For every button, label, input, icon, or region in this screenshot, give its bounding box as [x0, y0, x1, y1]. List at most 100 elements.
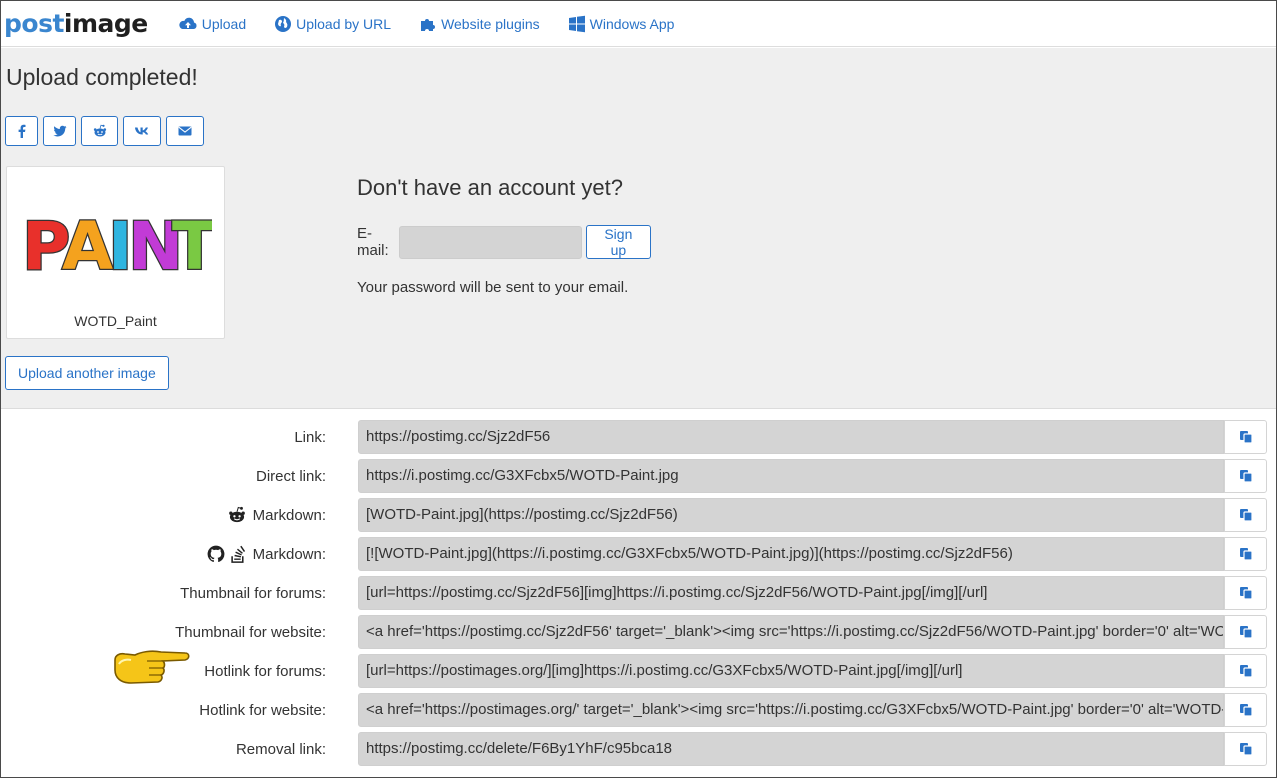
paint-letter-t: T	[172, 208, 212, 277]
signup-heading: Don't have an account yet?	[357, 175, 623, 200]
link-label-text: Removal link:	[235, 740, 326, 758]
facebook-icon	[18, 124, 25, 138]
link-label: Hotlink for website:	[199, 693, 326, 727]
link-label-text: Link:	[294, 428, 326, 446]
link-label-text: Thumbnail for forums:	[180, 584, 326, 602]
logo-text-post: post	[4, 9, 64, 38]
email-row: E-mail: Sign up	[357, 225, 651, 259]
link-label: Link:	[294, 420, 326, 454]
link-field[interactable]: [WOTD-Paint.jpg](https://postimg.cc/Sjz2…	[358, 498, 1224, 532]
link-label-text: Thumbnail for website:	[175, 623, 326, 641]
link-label-text: Hotlink for forums:	[204, 662, 326, 680]
share-reddit-button[interactable]	[81, 116, 118, 146]
link-row-thumbnail-forums: Thumbnail for forums: [url=https://posti…	[1, 576, 1276, 610]
label-icons	[203, 544, 247, 564]
copy-icon	[1239, 587, 1253, 600]
label-icons	[223, 506, 247, 524]
email-icon	[178, 126, 192, 136]
share-vk-button[interactable]	[123, 116, 161, 146]
copy-button[interactable]	[1224, 732, 1267, 766]
link-label-text: Hotlink for website:	[199, 701, 326, 719]
copy-icon	[1239, 626, 1253, 639]
reddit-icon	[228, 506, 245, 523]
link-row-link: Link: https://postimg.cc/Sjz2dF56	[1, 420, 1276, 454]
copy-button[interactable]	[1224, 576, 1267, 610]
link-label: Hotlink for forums:	[204, 654, 326, 688]
link-label: Markdown:	[203, 537, 326, 571]
puzzle-icon	[421, 18, 436, 31]
link-field[interactable]: [url=https://postimg.cc/Sjz2dF56][img]ht…	[358, 576, 1224, 610]
cloud-upload-icon	[179, 17, 197, 29]
share-buttons	[5, 116, 209, 146]
postimage-logo[interactable]: postimage	[4, 11, 148, 36]
pointing-hand-icon	[114, 650, 190, 684]
email-label: E-mail:	[357, 225, 389, 259]
github-icon	[207, 545, 225, 563]
link-field[interactable]: https://postimg.cc/Sjz2dF56	[358, 420, 1224, 454]
copy-icon	[1239, 431, 1253, 444]
link-field[interactable]: [url=https://postimages.org/][img]https:…	[358, 654, 1224, 688]
link-label-text: Direct link:	[255, 467, 326, 485]
copy-button[interactable]	[1224, 459, 1267, 493]
link-row-hotlink-forums: Hotlink for forums: [url=https://postima…	[1, 654, 1276, 688]
link-row-markdown-reddit: Markdown: [WOTD-Paint.jpg](https://posti…	[1, 498, 1276, 532]
nav-windows-app[interactable]: Windows App	[568, 15, 675, 33]
windows-icon	[568, 15, 585, 32]
link-row-hotlink-website: Hotlink for website: <a href='https://po…	[1, 693, 1276, 727]
link-row-removal-link: Removal link: https://postimg.cc/delete/…	[1, 732, 1276, 766]
copy-button[interactable]	[1224, 498, 1267, 532]
link-label: Removal link:	[236, 732, 326, 766]
copy-icon	[1239, 704, 1253, 717]
nav-upload[interactable]: Upload	[178, 15, 246, 33]
link-label: Thumbnail for forums:	[180, 576, 326, 610]
copy-button[interactable]	[1224, 654, 1267, 688]
globe-icon	[275, 15, 292, 32]
link-label-text: Markdown:	[252, 545, 326, 563]
top-navbar: postimage Upload Upload by URL Website p…	[1, 1, 1276, 47]
copy-button[interactable]	[1224, 615, 1267, 649]
vk-icon	[134, 127, 148, 135]
nav-website-plugins[interactable]: Website plugins	[419, 15, 540, 33]
copy-button[interactable]	[1224, 693, 1267, 727]
image-caption: WOTD_Paint	[74, 313, 157, 329]
signup-panel: Don't have an account yet? E-mail: Sign …	[357, 175, 651, 296]
link-row-markdown-github: Markdown: [![WOTD-Paint.jpg](https://i.p…	[1, 537, 1276, 571]
browser-page: postimage Upload Upload by URL Website p…	[0, 0, 1277, 778]
stackoverflow-icon	[230, 545, 245, 563]
nav-windows-app-label: Windows App	[589, 15, 675, 32]
uploaded-image-card[interactable]: P A I N T WOTD_Paint	[6, 166, 225, 339]
page-title: Upload completed!	[6, 64, 198, 90]
nav-website-plugins-label: Website plugins	[441, 15, 540, 32]
link-field[interactable]: [![WOTD-Paint.jpg](https://i.postimg.cc/…	[358, 537, 1224, 571]
share-email-button[interactable]	[166, 116, 204, 146]
link-label: Direct link:	[256, 459, 326, 493]
link-label: Markdown:	[223, 498, 326, 532]
copy-button[interactable]	[1224, 420, 1267, 454]
paint-image-thumbnail[interactable]: P A I N T	[22, 207, 212, 277]
link-label: Thumbnail for website:	[175, 615, 326, 649]
twitter-icon	[52, 125, 66, 137]
nav-upload-by-url[interactable]: Upload by URL	[274, 15, 391, 33]
share-facebook-button[interactable]	[5, 116, 38, 146]
copy-button[interactable]	[1224, 537, 1267, 571]
nav-links: Upload Upload by URL Website plugins Win…	[178, 15, 703, 33]
link-field[interactable]: https://postimg.cc/delete/F6By1YhF/c95bc…	[358, 732, 1224, 766]
paint-letter-a: A	[62, 208, 113, 277]
logo-text-image: image	[63, 9, 148, 38]
share-links-section: Link: https://postimg.cc/Sjz2dF56 Direct…	[1, 410, 1276, 777]
upload-result-section: Upload completed! P A I N WOTD_Paint Don…	[1, 48, 1276, 409]
copy-icon	[1239, 470, 1253, 483]
link-label-text: Markdown:	[252, 506, 326, 524]
upload-another-button[interactable]: Upload another image	[5, 356, 169, 390]
link-field[interactable]: <a href='https://postimages.org/' target…	[358, 693, 1224, 727]
copy-icon	[1239, 743, 1253, 756]
link-row-thumbnail-website: Thumbnail for website: <a href='https://…	[1, 615, 1276, 649]
copy-icon	[1239, 548, 1253, 561]
link-field[interactable]: https://i.postimg.cc/G3XFcbx5/WOTD-Paint…	[358, 459, 1224, 493]
link-field[interactable]: <a href='https://postimg.cc/Sjz2dF56' ta…	[358, 615, 1224, 649]
reddit-icon	[93, 124, 106, 137]
email-field[interactable]	[399, 225, 583, 259]
share-twitter-button[interactable]	[43, 116, 76, 146]
sign-up-button[interactable]: Sign up	[586, 225, 651, 259]
nav-upload-label: Upload	[201, 15, 247, 32]
